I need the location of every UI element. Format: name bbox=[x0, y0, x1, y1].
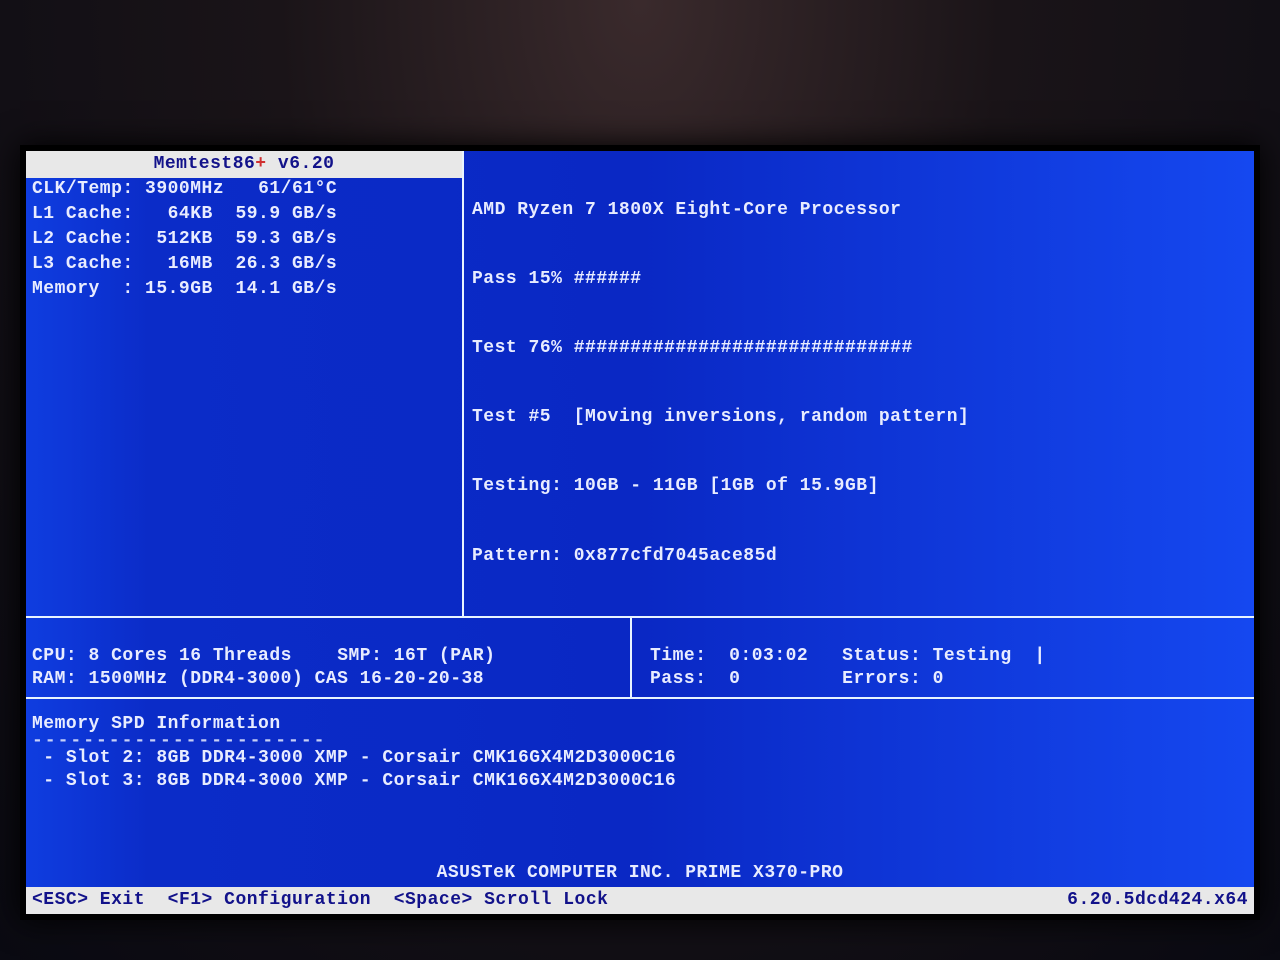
errors-label: Errors: bbox=[842, 669, 921, 689]
body-area: Memory SPD Information -----------------… bbox=[26, 699, 1254, 887]
spd-underline: ----------------------- bbox=[32, 736, 1248, 747]
pattern-value: 0x877cfd7045ace85d bbox=[574, 546, 777, 566]
cpu-name: AMD Ryzen 7 1800X Eight-Core Processor bbox=[472, 200, 901, 220]
l2-bw: 59.3 GB/s bbox=[235, 229, 337, 249]
testing-range: 10GB - 11GB [1GB of 15.9GB] bbox=[574, 476, 879, 496]
esc-exit-hint[interactable]: <ESC> Exit bbox=[32, 890, 145, 910]
ram-spec-value: 1500MHz (DDR4-3000) CAS 16-20-20-38 bbox=[89, 669, 485, 689]
monitor-bezel: Memtest86+ v6.20 CLK/Temp: 3900MHz 61/61… bbox=[20, 145, 1260, 920]
l3-label: L3 Cache: bbox=[32, 254, 134, 274]
space-scrolllock-hint[interactable]: <Space> Scroll Lock bbox=[394, 890, 609, 910]
testing-label: Testing: bbox=[472, 476, 562, 496]
app-version: v6.20 bbox=[267, 153, 335, 176]
build-version: 6.20.5dcd424.x64 bbox=[1067, 889, 1248, 912]
cpu-cores-value: 8 Cores 16 Threads bbox=[89, 646, 292, 666]
time-value: 0:03:02 bbox=[729, 646, 808, 666]
memtest-screen: Memtest86+ v6.20 CLK/Temp: 3900MHz 61/61… bbox=[26, 151, 1254, 914]
test-description: [Moving inversions, random pattern] bbox=[574, 407, 970, 427]
footer-bar: <ESC> Exit <F1> Configuration <Space> Sc… bbox=[26, 887, 1254, 914]
status-value: Testing bbox=[933, 646, 1012, 666]
time-label: Time: bbox=[650, 646, 707, 666]
l1-size: 64KB bbox=[168, 204, 213, 224]
left-column: Memtest86+ v6.20 CLK/Temp: 3900MHz 61/61… bbox=[26, 151, 464, 616]
clk-temp-line: CLK/Temp: 3900MHz 61/61°C bbox=[26, 178, 462, 203]
clk-value: 3900MHz bbox=[145, 179, 224, 199]
pass-percent: 15% bbox=[529, 269, 563, 289]
smp-label: SMP: bbox=[337, 646, 382, 666]
mem-size: 15.9GB bbox=[145, 279, 213, 299]
l1-cache-line: L1 Cache: 64KB 59.9 GB/s bbox=[26, 203, 462, 228]
test-progress-line: Test 76% ############################## bbox=[472, 337, 1246, 360]
title-bar: Memtest86+ v6.20 bbox=[26, 151, 462, 178]
test-percent: 76% bbox=[529, 338, 563, 358]
ram-spec-label: RAM: bbox=[32, 669, 77, 689]
l1-bw: 59.9 GB/s bbox=[235, 204, 337, 224]
l1-label: L1 Cache: bbox=[32, 204, 134, 224]
right-column: AMD Ryzen 7 1800X Eight-Core Processor P… bbox=[464, 151, 1254, 616]
footer-left: <ESC> Exit <F1> Configuration <Space> Sc… bbox=[32, 889, 1067, 912]
clk-temp-label: CLK/Temp: bbox=[32, 179, 134, 199]
top-row: Memtest86+ v6.20 CLK/Temp: 3900MHz 61/61… bbox=[26, 151, 1254, 618]
status-label: Status: bbox=[842, 646, 921, 666]
l3-size: 16MB bbox=[168, 254, 213, 274]
l2-label: L2 Cache: bbox=[32, 229, 134, 249]
cpu-cores-label: CPU: bbox=[32, 646, 77, 666]
cpu-name-line: AMD Ryzen 7 1800X Eight-Core Processor bbox=[472, 199, 1246, 222]
test-number: Test #5 bbox=[472, 407, 551, 427]
motherboard-line: ASUSTeK COMPUTER INC. PRIME X370-PRO bbox=[32, 862, 1248, 887]
f1-config-hint[interactable]: <F1> Configuration bbox=[168, 890, 371, 910]
pass-count-value: 0 bbox=[729, 669, 740, 689]
pass-count-label: Pass: bbox=[650, 669, 707, 689]
mid-right: Time: 0:03:02 Status: Testing | Pass: 0 … bbox=[630, 618, 1248, 697]
mem-label: Memory : bbox=[32, 279, 134, 299]
testing-range-line: Testing: 10GB - 11GB [1GB of 15.9GB] bbox=[472, 475, 1246, 498]
mem-bw: 14.1 GB/s bbox=[235, 279, 337, 299]
test-progress-bar: ############################## bbox=[574, 338, 913, 358]
memory-line: Memory : 15.9GB 14.1 GB/s bbox=[26, 278, 462, 303]
pattern-label: Pattern: bbox=[472, 546, 562, 566]
l2-size: 512KB bbox=[156, 229, 213, 249]
pattern-line: Pattern: 0x877cfd7045ace85d bbox=[472, 545, 1246, 568]
pass-progress-line: Pass 15% ###### bbox=[472, 268, 1246, 291]
l3-bw: 26.3 GB/s bbox=[235, 254, 337, 274]
body-spacer bbox=[32, 793, 1248, 862]
temp-value: 61/61°C bbox=[258, 179, 337, 199]
title-plus: + bbox=[255, 153, 266, 176]
app-name: Memtest86 bbox=[154, 153, 256, 176]
smp-value: 16T (PAR) bbox=[394, 646, 496, 666]
pass-label: Pass bbox=[472, 269, 517, 289]
test-description-line: Test #5 [Moving inversions, random patte… bbox=[472, 406, 1246, 429]
errors-value: 0 bbox=[933, 669, 944, 689]
mid-row: CPU: 8 Cores 16 Threads SMP: 16T (PAR) R… bbox=[26, 618, 1254, 699]
spinner-icon: | bbox=[1034, 645, 1045, 668]
l2-cache-line: L2 Cache: 512KB 59.3 GB/s bbox=[26, 228, 462, 253]
test-label: Test bbox=[472, 338, 517, 358]
mid-left: CPU: 8 Cores 16 Threads SMP: 16T (PAR) R… bbox=[32, 622, 630, 691]
spd-slot-line: - Slot 3: 8GB DDR4-3000 XMP - Corsair CM… bbox=[32, 770, 1248, 793]
l3-cache-line: L3 Cache: 16MB 26.3 GB/s bbox=[26, 253, 462, 278]
pass-progress-bar: ###### bbox=[574, 269, 642, 289]
